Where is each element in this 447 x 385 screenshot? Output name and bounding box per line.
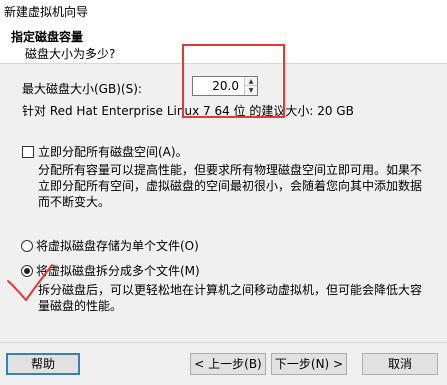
next-button[interactable]: 下一步(N) > <box>271 353 347 375</box>
allocate-now-label: 立即分配所有磁盘空间(A)。 <box>38 145 188 159</box>
spinner-up-icon[interactable]: ▲ <box>245 77 257 86</box>
spinner-down-icon[interactable]: ▼ <box>245 86 257 95</box>
window-title: 新建虚拟机向导 <box>4 5 89 19</box>
multi-file-option[interactable]: 将虚拟磁盘拆分成多个文件(M) <box>21 262 200 279</box>
title-bar: 新建虚拟机向导 <box>0 0 447 22</box>
disk-size-label: 最大磁盘大小(GB)(S): <box>22 82 142 96</box>
spinner-arrows: ▲ ▼ <box>244 77 257 95</box>
single-file-label: 将虚拟磁盘存储为单个文件(O) <box>36 239 199 253</box>
cancel-button[interactable]: 取消 <box>362 353 438 375</box>
allocate-now-checkbox[interactable] <box>22 146 34 158</box>
multi-file-radio[interactable] <box>21 265 33 277</box>
page-subtitle: 磁盘大小为多少? <box>25 47 116 61</box>
single-file-option[interactable]: 将虚拟磁盘存储为单个文件(O) <box>21 237 199 254</box>
multi-file-description: 拆分磁盘后，可以更轻松地在计算机之间移动虚拟机，但可能会降低大容量磁盘的性能。 <box>38 283 423 313</box>
recommended-size-note: 针对 Red Hat Enterprise Linux 7 64 位 的建议大小… <box>22 104 354 118</box>
wizard-body: 最大磁盘大小(GB)(S): ▲ ▼ 针对 Red Hat Enterprise… <box>0 64 447 342</box>
disk-size-spinner[interactable]: ▲ ▼ <box>192 76 258 96</box>
allocate-now-option[interactable]: 立即分配所有磁盘空间(A)。 <box>22 143 188 160</box>
allocate-description: 分配所有容量可以提高性能，但要求所有物理磁盘空间立即可用。如果不立即分配所有空间… <box>38 163 423 209</box>
page-title: 指定磁盘容量 <box>11 30 84 44</box>
wizard-header: 指定磁盘容量 磁盘大小为多少? <box>0 22 447 64</box>
multi-file-label: 将虚拟磁盘拆分成多个文件(M) <box>36 264 200 278</box>
single-file-radio[interactable] <box>21 240 33 252</box>
disk-size-input[interactable] <box>193 77 243 95</box>
help-button[interactable]: 帮助 <box>6 353 80 375</box>
wizard-footer: 帮助 < 上一步(B) 下一步(N) > 取消 <box>0 342 447 385</box>
back-button[interactable]: < 上一步(B) <box>190 353 266 375</box>
